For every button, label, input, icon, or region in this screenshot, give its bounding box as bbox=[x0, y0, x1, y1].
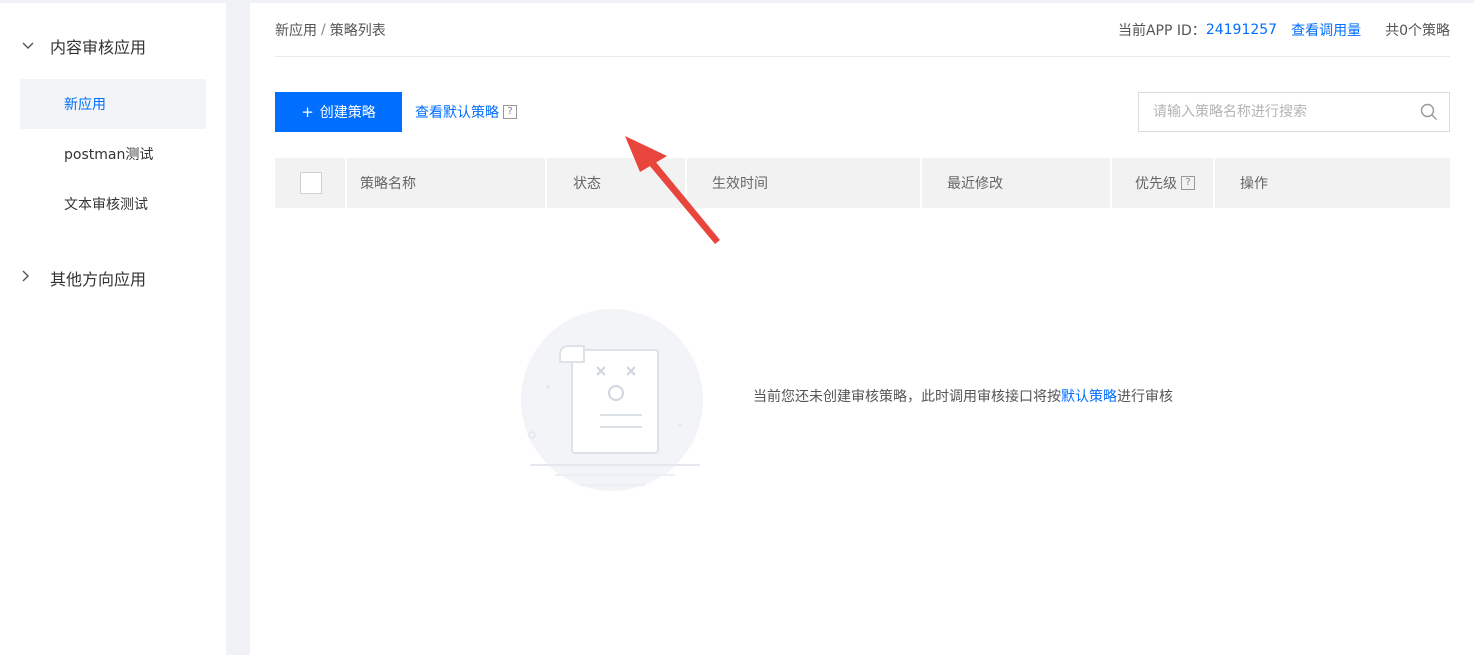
view-default-policy-label: 查看默认策略 bbox=[415, 105, 499, 121]
search-icon[interactable] bbox=[1409, 93, 1449, 131]
main-panel: 新应用 / 策略列表 当前APP ID： 24191257 查看调用量 共0个策… bbox=[250, 0, 1474, 655]
priority-help-icon[interactable]: ? bbox=[1181, 176, 1195, 190]
sidebar-top-border bbox=[0, 0, 226, 3]
column-separator bbox=[345, 158, 347, 208]
empty-document-illustration bbox=[521, 309, 703, 491]
chevron-down-icon bbox=[22, 39, 40, 54]
column-separator bbox=[1110, 158, 1112, 208]
default-policy-link[interactable]: 默认策略 bbox=[1061, 386, 1117, 406]
column-header-status: 状态 bbox=[573, 176, 601, 192]
sidebar-item-text-review-test[interactable]: 文本审核测试 bbox=[20, 179, 206, 229]
breadcrumb-item-current: 策略列表 bbox=[329, 23, 386, 39]
column-header-policy-name: 策略名称 bbox=[360, 176, 416, 192]
plus-icon: + bbox=[301, 103, 314, 121]
sidebar-item-label: 新应用 bbox=[64, 97, 106, 113]
select-all-checkbox[interactable] bbox=[300, 172, 322, 194]
create-policy-button[interactable]: + 创建策略 bbox=[275, 92, 402, 132]
policy-count: 共0个策略 bbox=[1385, 23, 1450, 39]
column-header-priority: 优先级 ? bbox=[1135, 158, 1195, 208]
create-policy-label: 创建策略 bbox=[319, 105, 376, 121]
empty-state-text-after: 进行审核 bbox=[1117, 389, 1173, 405]
app-root: 内容审核应用 新应用 postman测试 文本审核测试 其他方向应用 新应用 /… bbox=[0, 0, 1474, 655]
annotation-arrow bbox=[625, 136, 720, 244]
column-separator bbox=[1213, 158, 1215, 208]
app-id-value: 24191257 bbox=[1205, 22, 1278, 38]
sidebar-item-postman-test[interactable]: postman测试 bbox=[20, 129, 206, 179]
empty-state-message: 当前您还未创建审核策略，此时调用审核接口将按 默认策略 进行审核 bbox=[753, 386, 1173, 406]
main-top-border bbox=[250, 0, 1474, 3]
column-header-last-modified: 最近修改 bbox=[947, 176, 1003, 192]
sidebar-item-new-app[interactable]: 新应用 bbox=[20, 79, 206, 129]
sidebar-item-label: postman测试 bbox=[64, 147, 154, 163]
empty-state-text-before: 当前您还未创建审核策略，此时调用审核接口将按 bbox=[753, 389, 1061, 405]
app-id-label: 当前APP ID： bbox=[1117, 23, 1206, 39]
table-header: 策略名称 状态 生效时间 最近修改 优先级 ? 操作 bbox=[275, 158, 1450, 208]
column-separator bbox=[920, 158, 922, 208]
sidebar-group-content-review[interactable]: 内容审核应用 bbox=[0, 26, 226, 66]
column-separator bbox=[545, 158, 547, 208]
view-usage-link[interactable]: 查看调用量 bbox=[1291, 20, 1361, 40]
search-box bbox=[1138, 92, 1450, 132]
help-icon[interactable]: ? bbox=[503, 105, 517, 119]
sidebar-group-other-apps[interactable]: 其他方向应用 bbox=[0, 258, 226, 298]
sidebar-group-label: 其他方向应用 bbox=[50, 270, 147, 289]
sidebar: 内容审核应用 新应用 postman测试 文本审核测试 其他方向应用 bbox=[0, 0, 226, 655]
sidebar-item-label: 文本审核测试 bbox=[64, 197, 148, 213]
search-input[interactable] bbox=[1139, 93, 1409, 131]
column-header-actions: 操作 bbox=[1240, 176, 1268, 192]
breadcrumb-separator: / bbox=[321, 22, 326, 38]
app-info: 当前APP ID： 24191257 查看调用量 共0个策略 bbox=[1118, 20, 1450, 40]
header-divider bbox=[275, 56, 1450, 57]
sidebar-group-label: 内容审核应用 bbox=[50, 38, 147, 57]
breadcrumb-item-app[interactable]: 新应用 bbox=[275, 20, 317, 40]
breadcrumb: 新应用 / 策略列表 bbox=[275, 20, 386, 40]
chevron-right-icon bbox=[22, 270, 40, 286]
column-header-priority-label: 优先级 bbox=[1135, 176, 1177, 192]
view-default-policy-link[interactable]: 查看默认策略 ? bbox=[415, 102, 517, 122]
